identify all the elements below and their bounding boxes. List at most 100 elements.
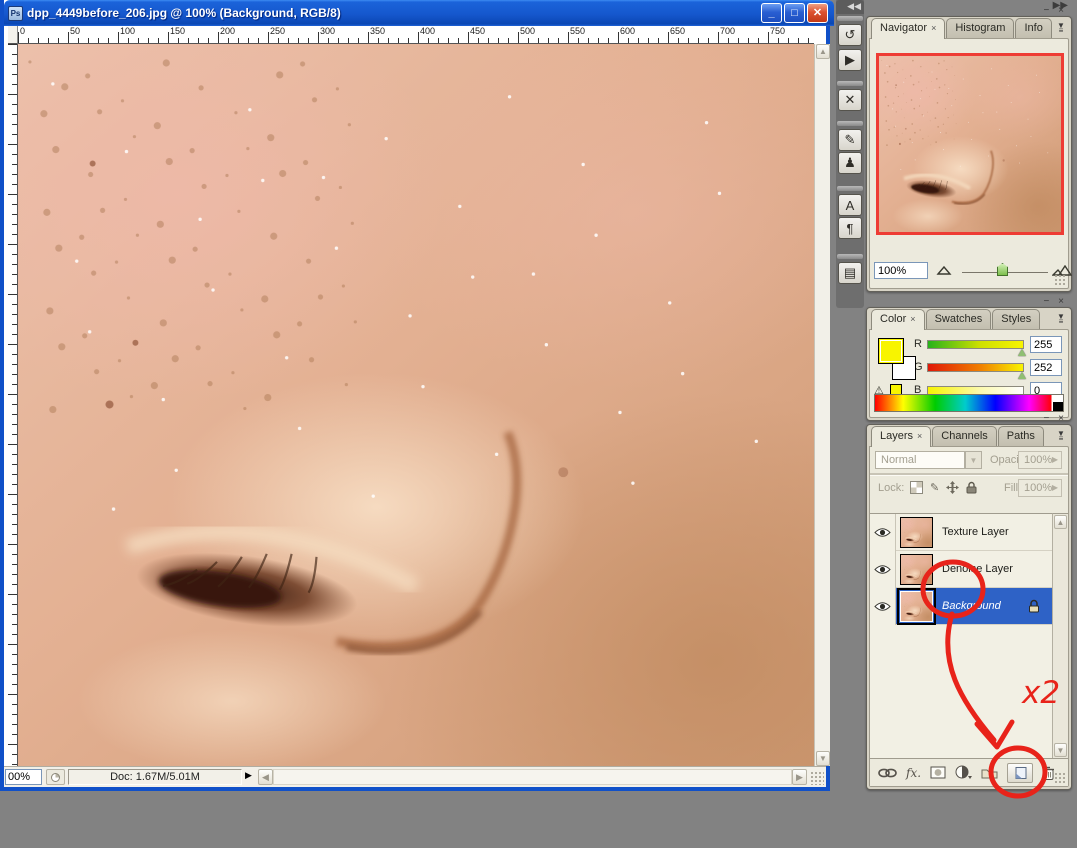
foreground-color-swatch[interactable] xyxy=(878,338,904,364)
lock-position-icon[interactable] xyxy=(946,481,960,494)
window-titlebar[interactable]: Ps dpp_4449before_206.jpg @ 100% (Backgr… xyxy=(4,0,834,26)
tab-swatches[interactable]: Swatches xyxy=(925,309,992,329)
navigator-zoom-field[interactable] xyxy=(874,262,928,279)
lock-paint-icon[interactable]: ✎ xyxy=(930,481,939,494)
document-title: dpp_4449before_206.jpg @ 100% (Backgroun… xyxy=(27,6,341,20)
document-size-readout: Doc: 1.67M/5.01M xyxy=(68,769,242,785)
tab-info[interactable]: Info xyxy=(1015,18,1052,38)
black-swatch[interactable] xyxy=(1053,402,1063,411)
zoom-out-icon[interactable] xyxy=(936,265,952,275)
close-icon[interactable]: × xyxy=(910,314,915,324)
tab-histogram[interactable]: Histogram xyxy=(946,18,1015,38)
visibility-toggle[interactable] xyxy=(870,551,896,588)
lock-transparency-icon[interactable] xyxy=(910,481,923,494)
tab-layers[interactable]: Layers × xyxy=(871,426,932,447)
tab-channels[interactable]: Channels xyxy=(932,426,997,446)
image-canvas[interactable] xyxy=(18,44,814,766)
scroll-down-icon[interactable]: ▼ xyxy=(816,751,830,766)
close-button[interactable]: ✕ xyxy=(807,3,828,23)
zoom-level-field[interactable] xyxy=(5,769,42,785)
maximize-button[interactable]: □ xyxy=(784,3,805,23)
tab-styles[interactable]: Styles xyxy=(992,309,1041,329)
slider-thumb-icon[interactable] xyxy=(1018,372,1026,379)
color-spectrum-ramp[interactable] xyxy=(874,394,1064,412)
tab-navigator[interactable]: Navigator × xyxy=(871,18,946,39)
panel-resize-grip[interactable] xyxy=(1054,772,1066,784)
adjustment-layer-icon[interactable] xyxy=(955,765,973,780)
scroll-left-icon[interactable]: ◀ xyxy=(258,769,273,785)
tab-color[interactable]: Color × xyxy=(871,309,925,330)
navigator-tabrow: Navigator × Histogram Info xyxy=(867,17,1071,39)
close-icon[interactable]: × xyxy=(931,23,936,33)
slider-thumb-icon[interactable] xyxy=(1018,349,1026,356)
resize-grip[interactable] xyxy=(810,771,824,785)
scroll-up-icon[interactable]: ▲ xyxy=(816,44,830,59)
layer-row-denoise-layer[interactable]: Denoise Layer xyxy=(870,551,1052,588)
actions-panel-icon[interactable]: ▶ xyxy=(838,49,862,71)
scroll-down-icon[interactable]: ▼ xyxy=(1054,743,1067,757)
ruler-number: 100 xyxy=(120,26,136,36)
channel-label: R xyxy=(914,338,922,350)
status-options-button[interactable] xyxy=(46,769,65,785)
new-layer-icon[interactable] xyxy=(1007,762,1034,783)
fill-value[interactable]: 100% ▶ xyxy=(1018,479,1062,497)
opacity-value[interactable]: 100% ▶ xyxy=(1018,451,1062,469)
channel-value-g[interactable] xyxy=(1030,359,1062,376)
eye-icon xyxy=(874,565,891,574)
eye-icon xyxy=(874,602,891,611)
expand-dock-icon[interactable]: ▶▶ xyxy=(866,0,1072,14)
layer-thumbnail[interactable] xyxy=(900,517,933,548)
ruler-number: 400 xyxy=(420,26,436,36)
layer-row-background[interactable]: Background xyxy=(870,588,1052,625)
layers-list: Texture Layer Denoise Layer Background xyxy=(870,513,1052,758)
close-icon[interactable]: × xyxy=(917,431,922,441)
panel-minimize-close-icons[interactable]: − × xyxy=(1044,5,1067,16)
channel-value-r[interactable] xyxy=(1030,336,1062,353)
layer-thumbnail[interactable] xyxy=(900,588,933,622)
minimize-button[interactable]: _ xyxy=(761,3,782,23)
character-panel-icon[interactable]: A xyxy=(838,194,862,216)
panel-menu-icon[interactable]: ▼ ≡ xyxy=(1054,22,1068,35)
scroll-right-icon[interactable]: ▶ xyxy=(792,769,807,785)
chevron-down-icon[interactable]: ▼ xyxy=(965,451,982,469)
layers-scrollbar[interactable]: ▲ ▼ xyxy=(1052,513,1068,758)
link-icon[interactable] xyxy=(878,768,897,778)
ruler-number: 350 xyxy=(370,26,386,36)
layer-thumbnail[interactable] xyxy=(900,554,933,585)
tab-paths[interactable]: Paths xyxy=(997,426,1044,446)
history-panel-icon[interactable]: ↺ xyxy=(838,24,862,46)
channel-slider-r[interactable] xyxy=(927,340,1024,349)
lock-all-icon[interactable] xyxy=(966,481,977,494)
navigator-slider-thumb[interactable] xyxy=(997,263,1008,276)
channel-slider-g[interactable] xyxy=(927,363,1024,372)
chevron-right-icon: ▶ xyxy=(1051,483,1058,492)
layer-comps-panel-icon[interactable]: ▤ xyxy=(838,262,862,284)
brushes-panel-icon[interactable]: ✎ xyxy=(838,129,862,151)
visibility-toggle[interactable] xyxy=(870,514,896,551)
layer-row-texture-layer[interactable]: Texture Layer xyxy=(870,514,1052,551)
panel-resize-grip[interactable] xyxy=(1054,274,1066,286)
ruler-number: 200 xyxy=(220,26,236,36)
layer-mask-icon[interactable] xyxy=(930,766,946,779)
visibility-toggle[interactable] xyxy=(870,588,896,625)
ruler-number: 550 xyxy=(570,26,586,36)
vertical-scrollbar[interactable]: ▲ ▼ xyxy=(814,44,830,766)
paragraph-panel-icon[interactable]: ¶ xyxy=(838,217,862,239)
panel-minimize-close-icons[interactable]: − × xyxy=(1044,413,1067,424)
layer-style-fx-icon[interactable]: fx. xyxy=(906,766,921,780)
panel-minimize-close-icons[interactable]: − × xyxy=(1044,296,1067,307)
navigator-preview[interactable] xyxy=(876,53,1064,235)
panel-menu-icon[interactable]: ▼ ≡ xyxy=(1054,313,1068,326)
clone-source-panel-icon[interactable]: ♟ xyxy=(838,152,862,174)
panel-menu-icon[interactable]: ▼ ≡ xyxy=(1054,430,1068,443)
collapse-dock-icon[interactable]: ◀◀ xyxy=(836,0,864,14)
tool-presets-panel-icon[interactable]: ✕ xyxy=(838,89,862,111)
horizontal-scrollbar[interactable] xyxy=(273,769,792,785)
blend-mode-select[interactable]: Normal xyxy=(875,451,965,469)
layer-group-icon[interactable] xyxy=(981,767,998,779)
collapsed-panel-dock: ◀◀ ↺ ▶ ✕ ✎ ♟ A ¶ ▤ xyxy=(836,0,864,308)
scroll-up-icon[interactable]: ▲ xyxy=(1054,515,1067,529)
status-menu-arrow-icon[interactable]: ▶ xyxy=(245,770,256,784)
ruler-number: 50 xyxy=(70,26,81,36)
ruler-number: 300 xyxy=(320,26,336,36)
